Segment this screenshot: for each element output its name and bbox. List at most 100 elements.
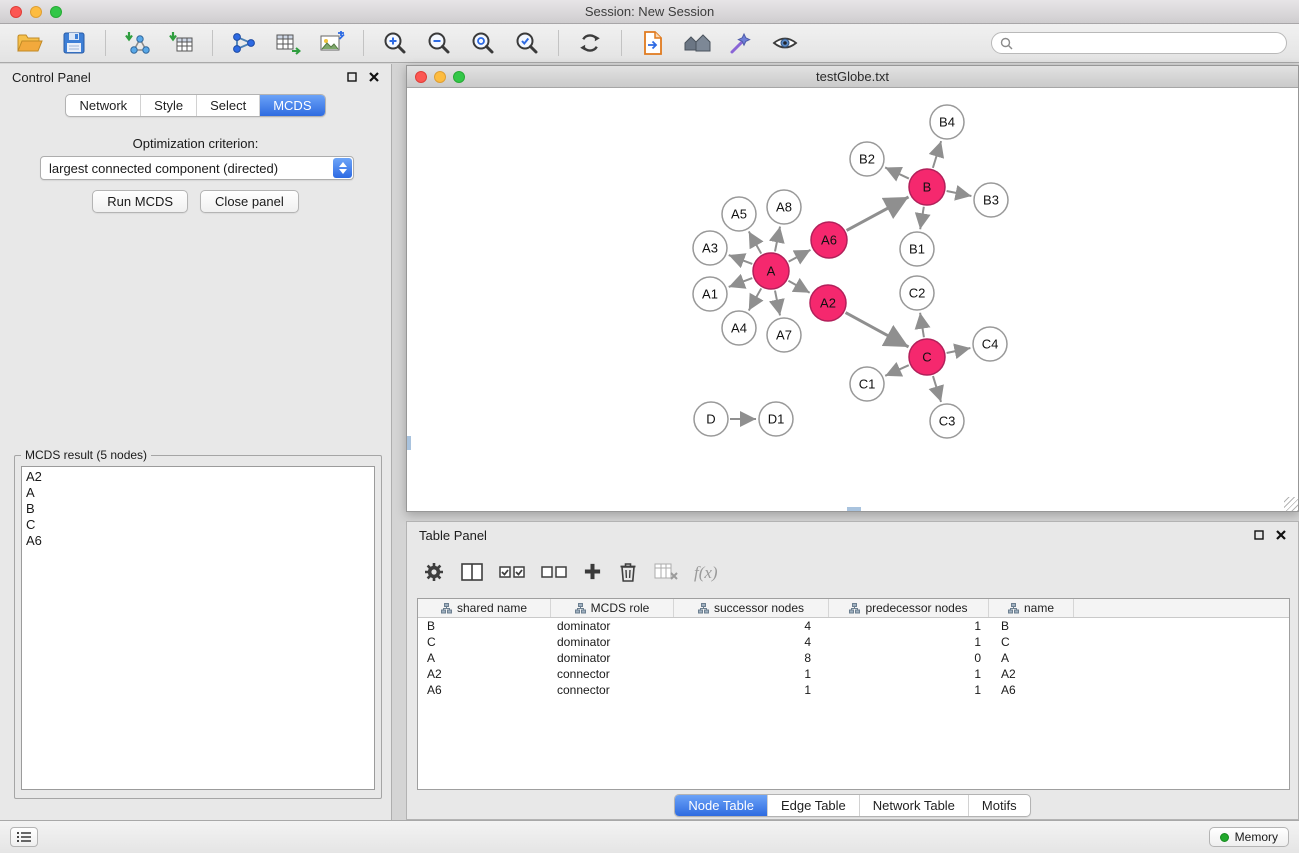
close-window-button[interactable]	[10, 6, 22, 18]
main-toolbar	[0, 24, 1299, 63]
network-minimize-button[interactable]	[434, 71, 446, 83]
delete-columns-button[interactable]	[618, 561, 638, 586]
home-network-button[interactable]	[679, 28, 715, 58]
vertical-scroll-indicator[interactable]	[407, 436, 411, 450]
close-panel-icon[interactable]	[369, 72, 379, 82]
tab-mcds[interactable]: MCDS	[259, 95, 324, 116]
column-header-mcds-role[interactable]: MCDS role	[551, 599, 674, 617]
save-session-button[interactable]	[56, 28, 92, 58]
tab-network[interactable]: Network	[66, 95, 140, 116]
tab-edge-table[interactable]: Edge Table	[767, 795, 859, 816]
mcds-result-item[interactable]: A	[26, 485, 370, 501]
search-input[interactable]	[1018, 36, 1278, 50]
table-cell-filler	[1074, 666, 1289, 682]
network-graph[interactable]: B4B2BB3B1A5A8A6A3AA1A2C2A4A7C4CC1C3DD1	[407, 88, 1298, 511]
import-network-button[interactable]	[119, 28, 155, 58]
close-panel-button[interactable]: Close panel	[200, 190, 299, 213]
new-table-button[interactable]	[270, 28, 306, 58]
close-panel-icon[interactable]	[1276, 530, 1286, 540]
mcds-result-item[interactable]: C	[26, 517, 370, 533]
table-row[interactable]: A6connector11A6	[418, 682, 1289, 698]
graph-edge-B-B4[interactable]	[933, 141, 941, 168]
add-column-button[interactable]	[583, 562, 602, 584]
table-row[interactable]: Adominator80A	[418, 650, 1289, 666]
graph-edge-C-C4[interactable]	[947, 348, 971, 353]
graph-edge-C-C3[interactable]	[933, 376, 941, 402]
table-row[interactable]: Cdominator41C	[418, 634, 1289, 650]
minimize-window-button[interactable]	[30, 6, 42, 18]
graph-edge-A-A6[interactable]	[789, 250, 811, 262]
style-wand-button[interactable]	[723, 28, 759, 58]
column-header-name[interactable]: name	[989, 599, 1074, 617]
graph-edge-C-C2[interactable]	[920, 313, 924, 337]
import-table-button[interactable]	[163, 28, 199, 58]
list-icon	[17, 831, 31, 843]
float-panel-icon[interactable]	[347, 72, 357, 82]
export-image-button[interactable]	[314, 28, 350, 58]
table-row[interactable]: A2connector11A2	[418, 666, 1289, 682]
graph-edge-A-A2[interactable]	[788, 281, 809, 293]
memory-label: Memory	[1235, 830, 1278, 844]
tab-node-table[interactable]: Node Table	[675, 795, 767, 816]
column-header-successor-nodes[interactable]: successor nodes	[674, 599, 829, 617]
table-row[interactable]: Bdominator41B	[418, 618, 1289, 634]
show-graphics-details-button[interactable]	[767, 28, 803, 58]
show-panels-button[interactable]	[10, 827, 38, 847]
graph-edge-A-A7[interactable]	[775, 291, 780, 316]
zoom-window-button[interactable]	[50, 6, 62, 18]
new-network-button[interactable]	[226, 28, 262, 58]
tab-motifs[interactable]: Motifs	[968, 795, 1030, 816]
zoom-fit-button[interactable]	[465, 28, 501, 58]
graph-node-label: C3	[939, 414, 956, 429]
delete-table-button[interactable]	[654, 562, 678, 585]
zoom-selected-button[interactable]	[509, 28, 545, 58]
graph-edge-A-A8[interactable]	[775, 227, 780, 252]
zoom-in-button[interactable]	[377, 28, 413, 58]
search-box[interactable]	[991, 32, 1287, 54]
table-settings-button[interactable]	[423, 561, 445, 586]
memory-button[interactable]: Memory	[1209, 827, 1289, 847]
tab-select[interactable]: Select	[196, 95, 259, 116]
search-icon	[1000, 37, 1013, 50]
toggle-columns-button[interactable]	[461, 562, 483, 585]
network-zoom-button[interactable]	[453, 71, 465, 83]
graph-edge-A-A1[interactable]	[729, 278, 753, 287]
toolbar-separator	[558, 30, 559, 56]
table-panel: Table Panel	[406, 521, 1299, 820]
document-import-button[interactable]	[635, 28, 671, 58]
graph-edge-A-A3[interactable]	[729, 255, 753, 264]
zoom-out-button[interactable]	[421, 28, 457, 58]
mcds-result-list[interactable]: A2ABCA6	[21, 466, 375, 790]
float-panel-icon[interactable]	[1254, 530, 1264, 540]
unselect-all-columns-button[interactable]	[541, 564, 567, 583]
graph-edge-A2-C[interactable]	[846, 313, 909, 347]
optimization-criterion-dropdown[interactable]: largest connected component (directed)	[40, 156, 354, 180]
network-canvas[interactable]: B4B2BB3B1A5A8A6A3AA1A2C2A4A7C4CC1C3DD1	[407, 88, 1298, 511]
column-header-predecessor-nodes[interactable]: predecessor nodes	[829, 599, 989, 617]
graph-edge-B-B2[interactable]	[885, 167, 909, 178]
select-all-columns-button[interactable]	[499, 564, 525, 583]
graph-edge-B-B1[interactable]	[920, 207, 924, 230]
dropdown-selected-value: largest connected component (directed)	[41, 161, 333, 176]
mcds-result-item[interactable]: A2	[26, 469, 370, 485]
network-window-titlebar[interactable]: testGlobe.txt	[407, 66, 1298, 88]
graph-edge-B-B3[interactable]	[947, 191, 972, 196]
column-header-shared-name[interactable]: shared name	[418, 599, 551, 617]
tab-network-table[interactable]: Network Table	[859, 795, 968, 816]
resize-grip[interactable]	[1284, 497, 1298, 511]
graph-edge-A6-B[interactable]	[847, 197, 909, 230]
window-title: Session: New Session	[585, 4, 714, 19]
network-close-button[interactable]	[415, 71, 427, 83]
mcds-result-item[interactable]: B	[26, 501, 370, 517]
mcds-result-item[interactable]: A6	[26, 533, 370, 549]
open-session-button[interactable]	[12, 28, 48, 58]
graph-edge-C-C1[interactable]	[885, 365, 909, 376]
tab-style[interactable]: Style	[140, 95, 196, 116]
graph-edge-A-A5[interactable]	[749, 231, 761, 253]
refresh-layout-button[interactable]	[572, 28, 608, 58]
graph-edge-A-A4[interactable]	[749, 288, 761, 310]
run-mcds-button[interactable]: Run MCDS	[92, 190, 188, 213]
function-builder-button[interactable]: f(x)	[694, 563, 718, 583]
image-export-icon	[319, 31, 345, 55]
horizontal-scroll-indicator[interactable]	[847, 507, 861, 511]
